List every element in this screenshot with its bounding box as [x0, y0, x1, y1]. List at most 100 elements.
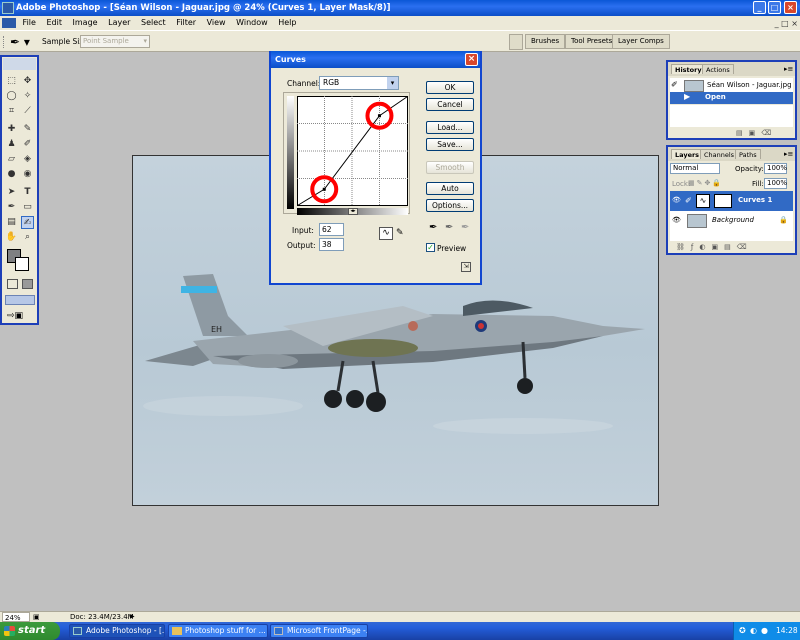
magic-wand-tool-icon[interactable]: ✧ — [21, 90, 34, 103]
visibility-eye-icon[interactable]: 👁 — [672, 216, 681, 224]
well-tab-brushes[interactable]: Brushes — [525, 34, 566, 49]
channel-select[interactable]: RGB ▾ — [319, 76, 399, 90]
task-folder[interactable]: Photoshop stuff for ... — [168, 624, 268, 638]
menu-file[interactable]: File — [19, 16, 40, 30]
type-tool-icon[interactable]: T — [21, 186, 34, 199]
palette-menu-icon[interactable]: ▸≡ — [784, 150, 793, 158]
menu-edit[interactable]: Edit — [42, 16, 66, 30]
toolbox-header-logo[interactable] — [3, 58, 36, 70]
zoom-field[interactable]: 24% — [2, 612, 30, 622]
tab-history[interactable]: History — [671, 64, 706, 74]
menu-select[interactable]: Select — [137, 16, 170, 30]
blend-mode-select[interactable]: Normal — [670, 163, 720, 174]
curves-title-bar[interactable]: Curves × — [271, 51, 480, 68]
gray-point-eyedropper-icon[interactable]: ✒ — [445, 222, 457, 234]
layer-row-background[interactable]: 👁 Background 🔒 — [670, 211, 793, 231]
menu-layer[interactable]: Layer — [104, 16, 134, 30]
preview-checkbox[interactable]: ✓ — [426, 243, 435, 252]
tray-app-icon[interactable]: ● — [761, 622, 768, 640]
standard-mode-icon[interactable] — [7, 279, 18, 289]
jump-to-imageready-icon[interactable]: ⇨▣ — [7, 311, 35, 321]
layer-mask-thumbnail[interactable] — [714, 194, 732, 208]
tab-layers[interactable]: Layers — [671, 149, 704, 159]
clone-stamp-tool-icon[interactable]: ♟ — [5, 138, 18, 151]
screen-mode-icons[interactable] — [5, 295, 35, 305]
maximize-button[interactable]: □ — [768, 1, 781, 14]
zoom-tool-icon[interactable]: ⌕ — [21, 231, 34, 244]
crop-tool-icon[interactable]: ⌗ — [5, 105, 18, 118]
lasso-tool-icon[interactable]: ◯ — [5, 90, 18, 103]
smooth-button[interactable]: Smooth — [426, 161, 474, 174]
hand-tool-icon[interactable]: ✋ — [5, 231, 18, 244]
tab-channels[interactable]: Channels — [700, 149, 739, 159]
history-state-row[interactable]: ▶ Open — [670, 92, 793, 104]
healing-brush-tool-icon[interactable]: ✚ — [5, 123, 18, 136]
background-color-swatch[interactable] — [15, 257, 29, 271]
quick-mask-mode-icon[interactable] — [22, 279, 33, 289]
document-window-controls[interactable]: _ □ × — [758, 17, 798, 29]
task-frontpage[interactable]: Microsoft FrontPage -... — [270, 624, 368, 638]
tab-actions[interactable]: Actions — [702, 64, 734, 74]
eraser-tool-icon[interactable]: ▱ — [5, 153, 18, 166]
auto-button[interactable]: Auto — [426, 182, 474, 195]
black-point-eyedropper-icon[interactable]: ✒ — [429, 222, 441, 234]
visibility-eye-icon[interactable]: 👁 — [672, 196, 681, 204]
brush-tool-icon[interactable]: ✎ — [21, 123, 34, 136]
expand-dialog-icon[interactable]: ⇲ — [461, 262, 471, 272]
paint-bucket-tool-icon[interactable]: ◈ — [21, 153, 34, 166]
ok-button[interactable]: OK — [426, 81, 474, 94]
menu-help[interactable]: Help — [274, 16, 300, 30]
eyedropper-tool-preset-icon[interactable]: ✒ ▾ — [10, 34, 36, 50]
blur-tool-icon[interactable]: ● — [5, 168, 18, 181]
sample-size-select[interactable]: Point Sample ▾ — [80, 35, 150, 48]
status-icon[interactable]: ▣ — [33, 612, 43, 622]
dodge-tool-icon[interactable]: ◉ — [21, 168, 34, 181]
task-photoshop[interactable]: Adobe Photoshop - [... — [69, 624, 165, 638]
close-button[interactable]: × — [784, 1, 797, 14]
curve-mode-icon[interactable]: ∿ — [379, 227, 393, 240]
status-menu-arrow-icon[interactable]: ▶ — [130, 612, 135, 622]
layer-row-curves[interactable]: 👁 ✐ ∿ Curves 1 — [670, 191, 793, 211]
options-button[interactable]: Options... — [426, 199, 474, 212]
slice-tool-icon[interactable]: ⟋ — [21, 105, 34, 118]
gradient-toggle-icon[interactable]: ◂▸ — [348, 208, 358, 215]
curve-point-1[interactable] — [322, 187, 326, 191]
curve-graph[interactable] — [297, 96, 408, 206]
history-footer-icons[interactable]: ▤▣⌫ — [736, 129, 792, 137]
network-icon[interactable]: ✪ — [739, 622, 746, 640]
menu-window[interactable]: Window — [232, 16, 272, 30]
path-selection-tool-icon[interactable]: ➤ — [5, 186, 18, 199]
marquee-tool-icon[interactable]: ⬚ — [5, 75, 18, 88]
load-button[interactable]: Load... — [426, 121, 474, 134]
grip-handle[interactable] — [3, 36, 7, 48]
pen-tool-icon[interactable]: ✒ — [5, 201, 18, 214]
lock-icons[interactable]: ▦✎✥🔒 — [688, 179, 728, 188]
curves-close-button[interactable]: × — [465, 53, 478, 66]
layers-footer-icons[interactable]: ⛓ƒ◐▣▤⌫ — [676, 243, 792, 251]
menu-filter[interactable]: Filter — [172, 16, 200, 30]
save-button[interactable]: Save... — [426, 138, 474, 151]
output-field[interactable]: 38 — [319, 238, 344, 251]
fill-field[interactable]: 100% — [764, 178, 787, 189]
history-brush-tool-icon[interactable]: ✐ — [21, 138, 34, 151]
white-point-eyedropper-icon[interactable]: ✒ — [461, 222, 473, 234]
move-tool-icon[interactable]: ✥ — [21, 75, 34, 88]
opacity-field[interactable]: 100% — [764, 163, 787, 174]
pencil-mode-icon[interactable]: ✎ — [396, 227, 408, 240]
history-brush-source-icon[interactable]: ✐ — [671, 80, 682, 91]
minimize-button[interactable]: _ — [753, 1, 766, 14]
menu-view[interactable]: View — [203, 16, 230, 30]
tab-paths[interactable]: Paths — [735, 149, 761, 159]
menu-image[interactable]: Image — [69, 16, 102, 30]
document-icon[interactable] — [2, 17, 16, 28]
start-button[interactable]: start — [0, 622, 60, 640]
palette-well-icon[interactable] — [509, 34, 523, 50]
input-field[interactable]: 62 — [319, 223, 344, 236]
palette-menu-icon[interactable]: ▸≡ — [784, 65, 793, 73]
curve-point-2[interactable] — [377, 114, 381, 118]
eyedropper-tool-icon[interactable]: ✍ — [21, 216, 34, 229]
volume-icon[interactable]: ◐ — [750, 622, 757, 640]
well-tab-tool-presets[interactable]: Tool Presets — [565, 34, 619, 49]
shape-tool-icon[interactable]: ▭ — [21, 201, 34, 214]
well-tab-layer-comps[interactable]: Layer Comps — [612, 34, 670, 49]
